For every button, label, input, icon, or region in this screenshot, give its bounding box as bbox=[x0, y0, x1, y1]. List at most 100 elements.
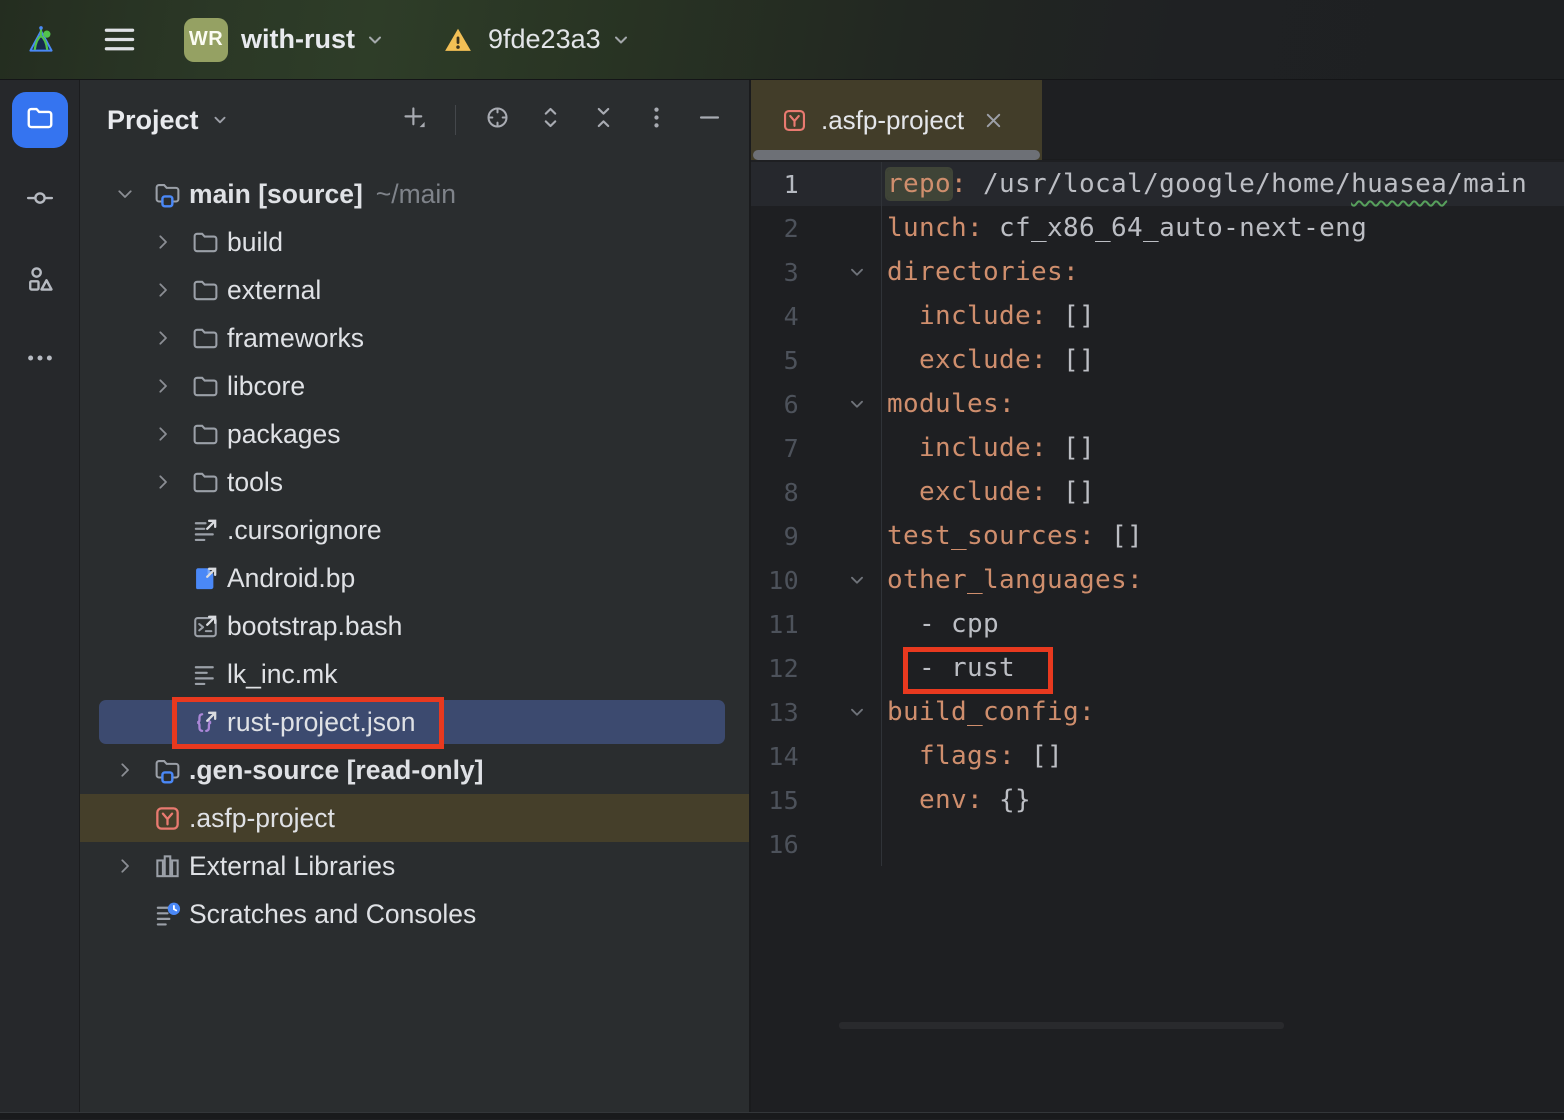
editor-tab-asfp-project[interactable]: .asfp-project bbox=[751, 80, 1042, 160]
code-line[interactable]: 10 other_languages: bbox=[751, 558, 1564, 602]
hide-button[interactable] bbox=[695, 106, 723, 134]
line-number[interactable]: 11 bbox=[751, 610, 799, 639]
new-button[interactable] bbox=[400, 106, 428, 134]
code-line[interactable]: 7 include: [] bbox=[751, 426, 1564, 470]
collapse-all-icon bbox=[590, 104, 617, 136]
tree-item-scratches-and-consoles[interactable]: Scratches and Consoles bbox=[80, 890, 749, 938]
fold-region-gutter[interactable] bbox=[799, 250, 882, 294]
code-line-text: include: [] bbox=[882, 301, 1095, 331]
vcs-widget[interactable]: 9fde23a3 bbox=[443, 24, 633, 55]
line-number[interactable]: 4 bbox=[751, 302, 799, 331]
tool-window-button-commit[interactable] bbox=[12, 172, 68, 228]
select-opened-file-button[interactable] bbox=[483, 106, 511, 134]
line-number[interactable]: 14 bbox=[751, 742, 799, 771]
tree-item-bootstrap-bash[interactable]: bootstrap.bash bbox=[80, 602, 749, 650]
code-line[interactable]: 6modules: bbox=[751, 382, 1564, 426]
yaml-file-icon bbox=[781, 107, 808, 134]
line-number[interactable]: 10 bbox=[751, 566, 799, 595]
tree-item-main-source[interactable]: main [source]~/main bbox=[80, 170, 749, 218]
code-line[interactable]: 3directories: bbox=[751, 250, 1564, 294]
tree-item-android-bp[interactable]: Android.bp bbox=[80, 554, 749, 602]
tab-scrollbar[interactable] bbox=[753, 150, 1040, 160]
tree-item-label: packages bbox=[227, 419, 340, 450]
project-view-selector[interactable]: Project bbox=[107, 105, 231, 136]
line-number[interactable]: 8 bbox=[751, 478, 799, 507]
structure-icon bbox=[25, 264, 55, 299]
commit-icon bbox=[25, 183, 55, 218]
chevron-right-icon[interactable] bbox=[113, 854, 137, 878]
tree-item-build[interactable]: build bbox=[80, 218, 749, 266]
chevron-down-icon[interactable] bbox=[113, 182, 137, 206]
tree-item-label: libcore bbox=[227, 371, 305, 402]
line-number[interactable]: 9 bbox=[751, 522, 799, 551]
editor-area: .asfp-project 1repo: /usr/local/google/h… bbox=[751, 80, 1564, 1112]
code-line[interactable]: 5 exclude: [] bbox=[751, 338, 1564, 382]
tool-window-button-project[interactable] bbox=[12, 92, 68, 148]
shell-file-link-icon bbox=[191, 612, 220, 641]
code-line[interactable]: 8 exclude: [] bbox=[751, 470, 1564, 514]
chevron-right-icon[interactable] bbox=[151, 470, 175, 494]
tree-item-tools[interactable]: tools bbox=[80, 458, 749, 506]
tree-item-lk-inc-mk[interactable]: lk_inc.mk bbox=[80, 650, 749, 698]
options-button[interactable] bbox=[642, 106, 670, 134]
chevron-spacer bbox=[151, 566, 175, 590]
tree-item-packages[interactable]: packages bbox=[80, 410, 749, 458]
line-number[interactable]: 3 bbox=[751, 258, 799, 287]
collapse-all-button[interactable] bbox=[589, 106, 617, 134]
line-number[interactable]: 13 bbox=[751, 698, 799, 727]
line-number[interactable]: 2 bbox=[751, 214, 799, 243]
line-number[interactable]: 6 bbox=[751, 390, 799, 419]
code-editor[interactable]: 1repo: /usr/local/google/home/huasea/mai… bbox=[751, 160, 1564, 1112]
tree-item-cursorignore[interactable]: .cursorignore bbox=[80, 506, 749, 554]
tree-item-external-libraries[interactable]: External Libraries bbox=[80, 842, 749, 890]
expand-all-button[interactable] bbox=[536, 106, 564, 134]
tool-window-stripe bbox=[0, 80, 80, 1112]
chevron-right-icon[interactable] bbox=[151, 278, 175, 302]
tree-item-label: tools bbox=[227, 467, 283, 498]
tree-item-external[interactable]: external bbox=[80, 266, 749, 314]
scratches-icon bbox=[153, 900, 182, 929]
line-number[interactable]: 7 bbox=[751, 434, 799, 463]
code-line[interactable]: 11 - cpp bbox=[751, 602, 1564, 646]
gutter bbox=[799, 426, 882, 470]
project-widget[interactable]: WR with-rust bbox=[184, 18, 387, 62]
code-line[interactable]: 9test_sources: [] bbox=[751, 514, 1564, 558]
code-line[interactable]: 13build_config: bbox=[751, 690, 1564, 734]
tree-item-frameworks[interactable]: frameworks bbox=[80, 314, 749, 362]
tool-window-button-more-tool-windows[interactable] bbox=[12, 332, 68, 388]
code-line[interactable]: 1repo: /usr/local/google/home/huasea/mai… bbox=[751, 162, 1564, 206]
chevron-right-icon[interactable] bbox=[151, 422, 175, 446]
chevron-right-icon[interactable] bbox=[151, 230, 175, 254]
code-line[interactable]: 16 bbox=[751, 822, 1564, 866]
code-line-text: other_languages: bbox=[882, 565, 1143, 595]
tool-window-button-structure[interactable] bbox=[12, 253, 68, 309]
line-number[interactable]: 1 bbox=[751, 170, 799, 199]
line-number[interactable]: 5 bbox=[751, 346, 799, 375]
chevron-right-icon[interactable] bbox=[151, 374, 175, 398]
expand-all-icon bbox=[537, 104, 564, 136]
line-number[interactable]: 15 bbox=[751, 786, 799, 815]
main-menu-button[interactable] bbox=[100, 21, 138, 59]
chevron-right-icon[interactable] bbox=[113, 758, 137, 782]
code-line[interactable]: 14 flags: [] bbox=[751, 734, 1564, 778]
code-line[interactable]: 2lunch: cf_x86_64_auto-next-eng bbox=[751, 206, 1564, 250]
line-number[interactable]: 16 bbox=[751, 830, 799, 859]
gutter bbox=[799, 470, 882, 514]
tree-item-label: frameworks bbox=[227, 323, 364, 354]
module-folder-icon bbox=[153, 180, 182, 209]
fold-region-gutter[interactable] bbox=[799, 558, 882, 602]
tree-item-asfp-project[interactable]: .asfp-project bbox=[80, 794, 749, 842]
editor-horizontal-scrollbar[interactable] bbox=[839, 1022, 1284, 1029]
code-line[interactable]: 12 - rust bbox=[751, 646, 1564, 690]
close-icon[interactable] bbox=[980, 107, 1006, 133]
tree-item-gen-source-read-only[interactable]: .gen-source [read-only] bbox=[80, 746, 749, 794]
fold-region-gutter[interactable] bbox=[799, 382, 882, 426]
code-line[interactable]: 4 include: [] bbox=[751, 294, 1564, 338]
tree-item-rust-project-json[interactable]: rust-project.json bbox=[80, 698, 749, 746]
code-line[interactable]: 15 env: {} bbox=[751, 778, 1564, 822]
tree-item-libcore[interactable]: libcore bbox=[80, 362, 749, 410]
fold-region-gutter[interactable] bbox=[799, 690, 882, 734]
tree-item-label: .cursorignore bbox=[227, 515, 382, 546]
chevron-right-icon[interactable] bbox=[151, 326, 175, 350]
line-number[interactable]: 12 bbox=[751, 654, 799, 683]
